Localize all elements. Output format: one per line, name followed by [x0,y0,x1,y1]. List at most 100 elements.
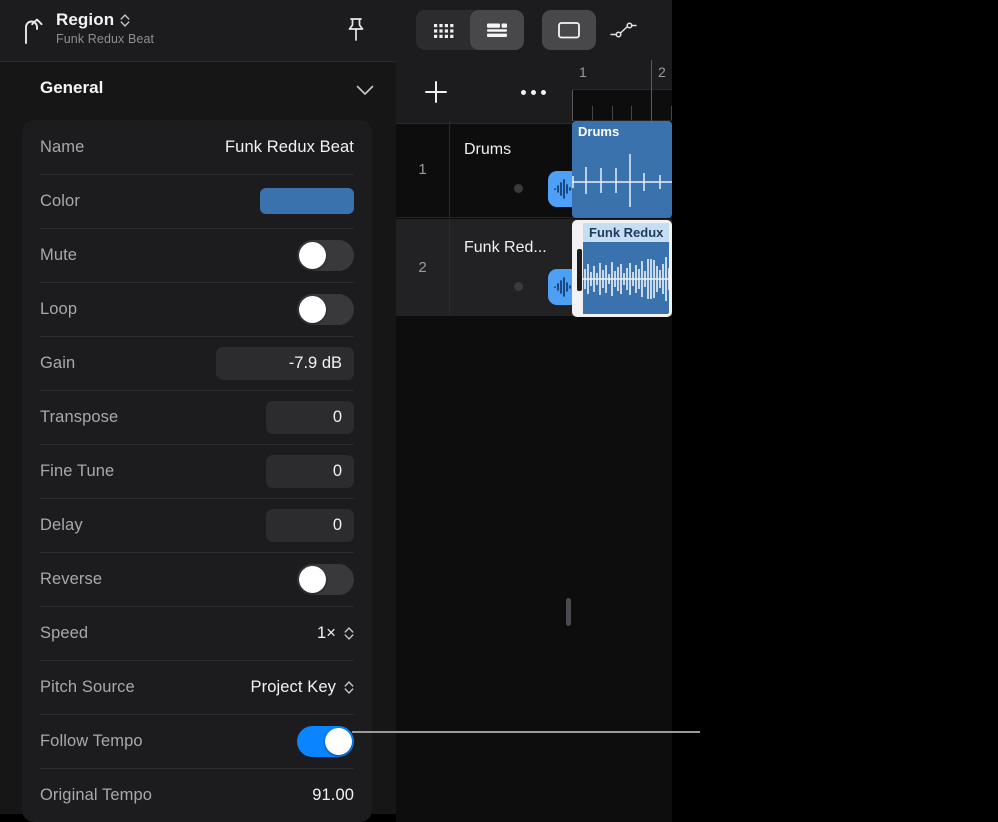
track-name: Funk Red... [464,239,547,256]
param-label: Delay [40,515,83,534]
numeric-field-value: 0 [332,515,342,534]
toggle-knob [325,727,352,755]
track-number: 2 [418,259,427,276]
param-row-fine-tune[interactable]: Fine Tune 0 [22,444,372,498]
param-label: Follow Tempo [40,731,143,750]
numeric-field-value: 0 [332,407,342,426]
vertical-scrollbar-thumb[interactable] [566,598,571,626]
param-row-original-tempo[interactable]: Original Tempo 91.00 [22,768,372,822]
track-info: Funk Red... [450,219,592,316]
toggle-knob [299,295,326,323]
region-title: Funk Redux [589,225,664,240]
param-row-name[interactable]: Name Funk Redux Beat [22,120,372,174]
tracks-toolbar [396,0,672,60]
region-title: Drums [578,124,620,139]
ellipsis-dot [530,89,536,95]
app-root: Region Funk Redux Beat General Name Funk… [0,0,998,822]
numeric-field-value: 0 [332,461,342,480]
plus-icon[interactable] [418,74,454,110]
param-label: Transpose [40,407,119,426]
chevron-down-icon[interactable] [356,83,374,95]
param-label: Reverse [40,569,103,588]
beat-tick [591,106,593,120]
param-row-loop[interactable]: Loop [22,282,372,336]
chevron-updown-icon[interactable] [344,680,354,695]
param-value: 1× [316,623,336,642]
param-row-reverse[interactable]: Reverse [22,552,372,606]
numeric-field[interactable]: 0 [266,508,354,542]
stepper-control[interactable]: Project Key [251,678,354,697]
param-row-mute[interactable]: Mute [22,228,372,282]
toggle-knob [299,241,326,269]
param-label: Name [40,137,85,156]
numeric-field[interactable]: 0 [266,454,354,488]
param-label: Speed [40,623,89,642]
param-row-follow-tempo[interactable]: Follow Tempo [22,714,372,768]
audio-region-funk-redux[interactable]: Funk Redux [572,220,672,317]
param-row-gain[interactable]: Gain -7.9 dB [22,336,372,390]
param-label: Pitch Source [40,677,135,696]
toggle-switch[interactable] [297,293,354,325]
stepper-control[interactable]: 1× [317,624,354,643]
param-row-delay[interactable]: Delay 0 [22,498,372,552]
toggle-switch[interactable] [297,239,354,271]
beat-tick [631,106,633,120]
back-arrow-icon[interactable] [20,18,46,44]
param-row-color[interactable]: Color [22,174,372,228]
general-section-header[interactable]: General [0,62,396,114]
section-title: General [40,78,104,97]
param-row-pitch-source[interactable]: Pitch Source Project Key [22,660,372,714]
record-enable-dot[interactable] [514,184,523,193]
numeric-field[interactable]: 0 [266,400,354,434]
region-inspector-panel: Region Funk Redux Beat General Name Funk… [0,0,396,822]
toggle-knob [299,565,326,593]
numeric-field[interactable]: -7.9 dB [216,346,354,380]
param-label: Loop [40,299,78,318]
track-list-icon[interactable] [470,10,524,50]
chevron-updown-icon[interactable] [120,13,130,28]
view-mode-group [416,10,524,50]
bar-tick [651,90,652,121]
bar-number: 1 [579,64,587,80]
region-resize-handle[interactable] [577,249,582,291]
automation-node-icon[interactable] [596,10,650,50]
param-label: Color [40,191,80,210]
audio-region-drums[interactable]: Drums [572,121,672,218]
toggle-switch[interactable] [297,563,354,595]
track-number-cell: 1 [396,121,450,218]
param-label: Mute [40,245,78,264]
region-view-icon[interactable] [542,10,596,50]
more-ellipsis-icon[interactable] [514,74,552,110]
bar-line [651,60,652,90]
inspector-title-group: Region Funk Redux Beat [56,10,154,46]
color-swatch[interactable] [260,188,354,214]
param-row-speed[interactable]: Speed 1× [22,606,372,660]
inspector-subtitle: Funk Redux Beat [56,32,155,46]
timeline-beat-grid [572,90,672,121]
param-label: Gain [40,353,76,372]
track-name: Drums [464,141,512,158]
annotation-callout-line [352,731,700,733]
numeric-field-value: -7.9 dB [288,353,342,372]
track-info: Drums [450,121,592,218]
param-label: Original Tempo [40,785,153,804]
editor-mode-group [542,10,650,50]
timeline-ruler[interactable]: 12 [572,60,672,90]
beat-tick [611,106,613,120]
toggle-switch[interactable] [297,725,354,757]
inspector-header: Region Funk Redux Beat [0,0,396,62]
region-waveform [572,154,672,207]
param-value: 91.00 [312,785,354,804]
ellipsis-dot [540,89,546,95]
beat-tick [670,106,672,120]
param-value: Funk Redux Beat [225,137,354,156]
track-number: 1 [418,161,427,178]
pin-icon[interactable] [344,17,368,43]
general-parameter-card: Name Funk Redux Beat Color Mute Loop Gain -7.9… [22,120,372,822]
param-row-transpose[interactable]: Transpose 0 [22,390,372,444]
chevron-updown-icon[interactable] [344,626,354,641]
region-waveform [583,257,669,301]
record-enable-dot[interactable] [514,282,523,291]
bar-number: 2 [658,64,666,80]
browser-grid-icon[interactable] [416,10,470,50]
